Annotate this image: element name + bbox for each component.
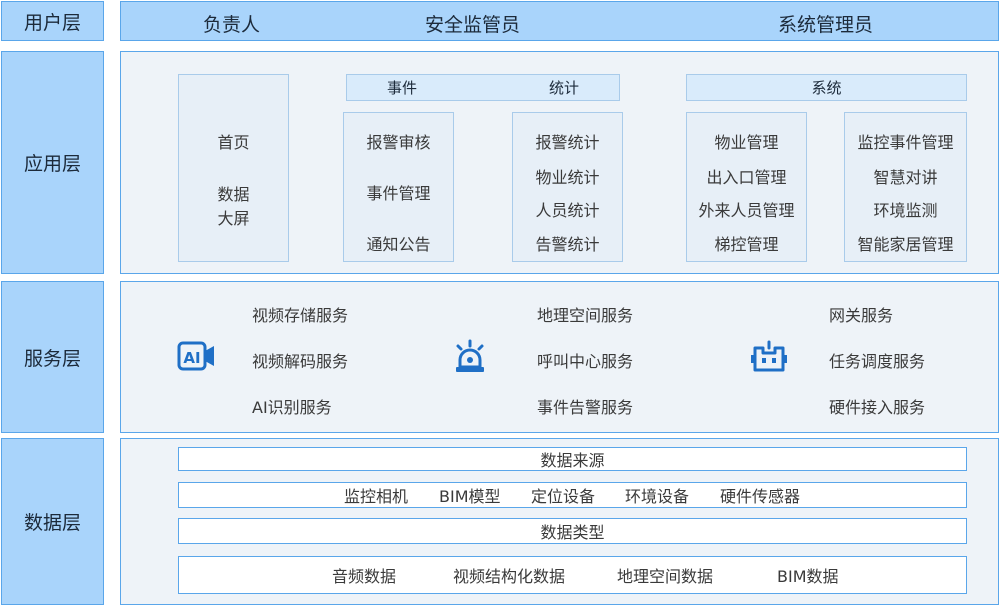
layer-label-data: 数据层 bbox=[1, 438, 104, 605]
ai-video-icon: AI bbox=[177, 340, 217, 372]
data-type-list: 音频数据 视频结构化数据 地理空间数据 BIM数据 bbox=[178, 556, 967, 594]
stat-item: 人员统计 bbox=[535, 201, 600, 220]
data-type-item: 音频数据 bbox=[332, 567, 397, 586]
user-layer-bar: 负责人 安全监管员 系统管理员 bbox=[120, 1, 999, 41]
event-stat-header: 事件 统计 bbox=[346, 74, 620, 101]
system-item: 智慧对讲 bbox=[873, 168, 938, 187]
data-source-title: 数据来源 bbox=[178, 447, 967, 471]
system-header: 系统 bbox=[686, 74, 967, 101]
event-item: 通知公告 bbox=[366, 235, 431, 254]
system-item: 环境监测 bbox=[873, 201, 938, 220]
stat-item: 报警统计 bbox=[535, 133, 600, 152]
event-item: 报警审核 bbox=[366, 133, 431, 152]
service-item: 任务调度服务 bbox=[829, 352, 926, 371]
system-item: 出入口管理 bbox=[706, 168, 787, 187]
layer-label-service: 服务层 bbox=[1, 281, 104, 433]
data-source-item: 监控相机 bbox=[344, 487, 409, 506]
service-item: 地理空间服务 bbox=[537, 306, 634, 325]
data-type-item: 视频结构化数据 bbox=[453, 567, 566, 586]
layer-label-app: 应用层 bbox=[1, 51, 104, 274]
data-type-title: 数据类型 bbox=[178, 518, 967, 544]
data-type-item: BIM数据 bbox=[777, 567, 839, 586]
dashboard-item-line1: 数据 bbox=[217, 185, 250, 204]
data-type-item: 地理空间数据 bbox=[617, 567, 714, 586]
dashboard-item-line2: 大屏 bbox=[217, 209, 250, 228]
service-item: 视频存储服务 bbox=[252, 306, 349, 325]
role-safety-supervisor: 安全监管员 bbox=[425, 14, 521, 36]
home-card bbox=[178, 74, 289, 262]
robot-icon bbox=[749, 339, 789, 375]
service-item: 网关服务 bbox=[829, 306, 894, 325]
system-item: 物业管理 bbox=[714, 133, 779, 152]
service-item: 视频解码服务 bbox=[252, 352, 349, 371]
event-item: 事件管理 bbox=[366, 184, 431, 203]
role-system-admin: 系统管理员 bbox=[778, 14, 874, 36]
system-item: 监控事件管理 bbox=[857, 133, 954, 152]
data-source-item: BIM模型 bbox=[439, 487, 501, 506]
home-item: 首页 bbox=[217, 133, 250, 152]
alarm-light-icon bbox=[452, 339, 488, 375]
service-item: 硬件接入服务 bbox=[829, 398, 926, 417]
svg-text:AI: AI bbox=[183, 349, 200, 367]
data-source-item: 环境设备 bbox=[625, 487, 690, 506]
system-item: 智能家居管理 bbox=[857, 235, 954, 254]
data-source-item: 硬件传感器 bbox=[720, 487, 801, 506]
data-source-list: 监控相机 BIM模型 定位设备 环境设备 硬件传感器 bbox=[178, 482, 967, 508]
role-owner: 负责人 bbox=[203, 14, 261, 36]
system-item: 外来人员管理 bbox=[698, 201, 795, 220]
stat-item: 告警统计 bbox=[535, 235, 600, 254]
data-source-item: 定位设备 bbox=[531, 487, 596, 506]
stat-item: 物业统计 bbox=[535, 168, 600, 187]
layer-label-user: 用户层 bbox=[1, 1, 104, 41]
service-item: AI识别服务 bbox=[252, 398, 332, 417]
system-item: 梯控管理 bbox=[714, 235, 779, 254]
service-item: 呼叫中心服务 bbox=[537, 352, 634, 371]
service-item: 事件告警服务 bbox=[537, 398, 634, 417]
